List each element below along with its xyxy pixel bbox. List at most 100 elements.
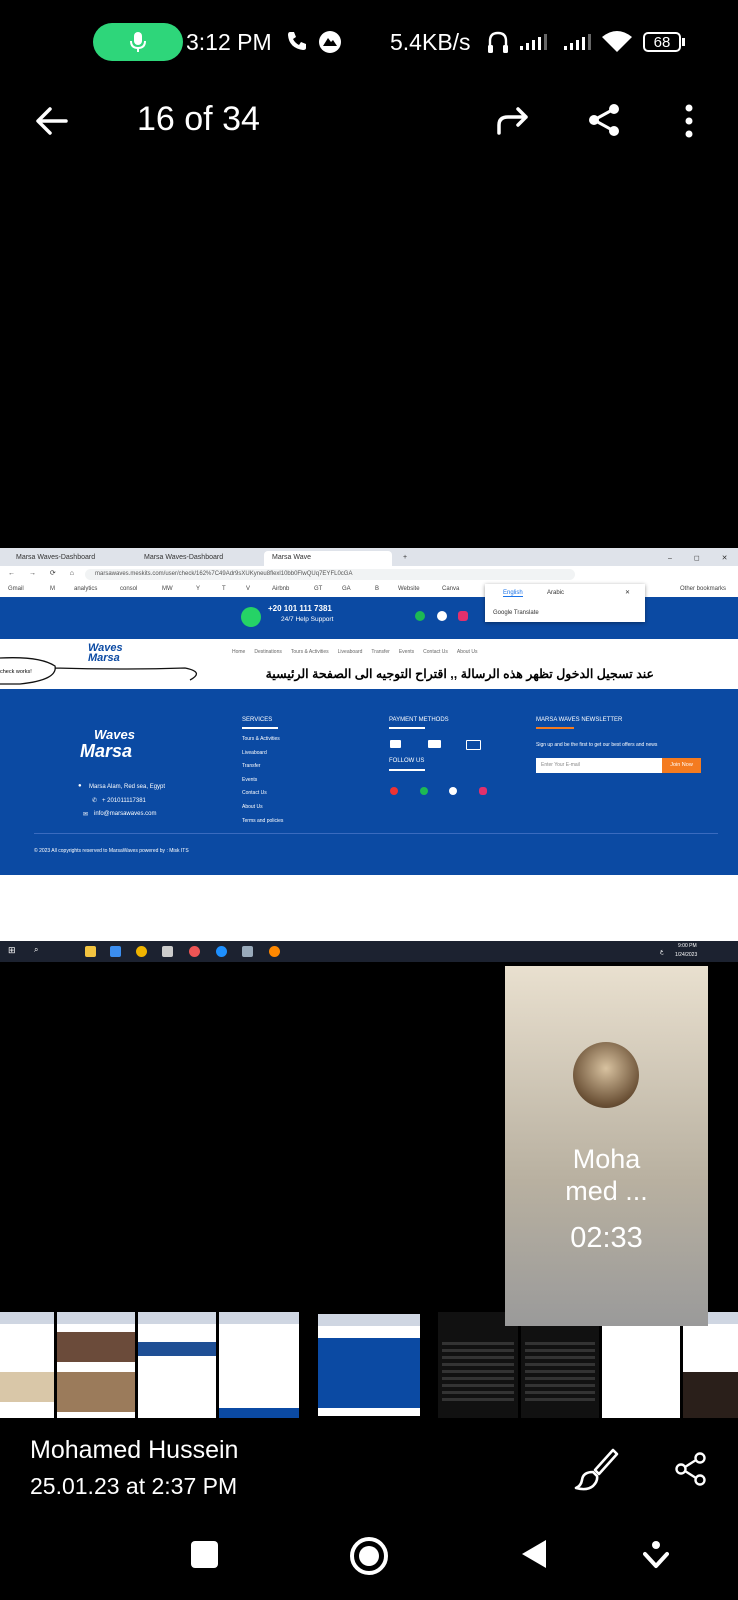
footer-phone: + 201011117381 — [102, 798, 146, 804]
calculator-icon[interactable] — [242, 946, 253, 957]
services-list: Tours & Activities Liveaboard Transfer E… — [242, 733, 283, 828]
thumbnail[interactable] — [521, 1312, 599, 1418]
thumbnail[interactable] — [219, 1312, 299, 1418]
nav-tours[interactable]: Tours & Activities — [291, 649, 329, 655]
screenshot-image[interactable]: Marsa Waves-Dashboard Marsa Waves-Dashbo… — [0, 548, 738, 962]
join-now-button[interactable]: Join Now — [662, 758, 701, 773]
search-icon[interactable]: ⌕ — [34, 945, 38, 955]
nav-buttons-icon[interactable]: ← → ⟳ ⌂ — [8, 569, 80, 577]
store-icon[interactable] — [162, 946, 173, 957]
facebook-icon[interactable] — [437, 611, 447, 621]
bookmark[interactable]: T — [222, 586, 226, 592]
service-link[interactable]: Transfer — [242, 760, 283, 774]
bookmark[interactable]: Y — [196, 586, 200, 592]
browser-tab-active[interactable]: Marsa Wave — [264, 551, 392, 566]
thumbnail[interactable] — [0, 1312, 54, 1418]
whatsapp-icon[interactable] — [241, 607, 261, 627]
browser-tab[interactable]: Marsa Waves-Dashboard — [8, 551, 103, 566]
nav-home[interactable]: Home — [232, 649, 245, 655]
gesture-down-icon[interactable] — [643, 1540, 669, 1570]
youtube-icon[interactable] — [390, 787, 398, 795]
share-icon[interactable] — [585, 101, 623, 139]
chrome-active-icon[interactable] — [189, 946, 200, 957]
thumbnail[interactable] — [57, 1312, 135, 1418]
nav-liveaboard[interactable]: Liveaboard — [338, 649, 363, 655]
email-icon: ✉ — [83, 812, 89, 818]
bookmark[interactable]: Website — [398, 586, 420, 592]
file-explorer-icon[interactable] — [85, 946, 96, 957]
translate-arabic[interactable]: Arabic — [547, 590, 564, 596]
newsletter-email-input[interactable]: Enter Your E-mail — [536, 758, 662, 773]
spotify-icon[interactable] — [415, 611, 425, 621]
bookmark[interactable]: MW — [162, 586, 173, 592]
close-icon[interactable]: ✕ — [625, 589, 630, 596]
input-language[interactable]: ع — [660, 948, 664, 955]
window-controls[interactable]: – ◻ ✕ — [660, 551, 738, 566]
bookmark[interactable]: Canva — [442, 586, 459, 592]
recents-button[interactable] — [191, 1541, 218, 1568]
windows-start-icon[interactable]: ⊞ — [8, 945, 16, 956]
share-icon[interactable] — [674, 1452, 708, 1486]
site-navigation: Waves Marsa Home Destinations Tours & Ac… — [0, 639, 738, 689]
bookmark[interactable]: GT — [314, 586, 322, 592]
nav-about[interactable]: About Us — [457, 649, 478, 655]
spotify-icon[interactable] — [420, 787, 428, 795]
edge-icon[interactable] — [216, 946, 227, 957]
browser-tab[interactable]: Marsa Waves-Dashboard — [136, 551, 231, 566]
thumbnail-selected[interactable] — [316, 1312, 422, 1418]
phone-number: +20 101 111 7381 — [268, 604, 332, 613]
bookmark[interactable]: GA — [342, 586, 351, 592]
new-tab-icon[interactable]: + — [395, 551, 415, 566]
mail-icon[interactable] — [110, 946, 121, 957]
bookmark[interactable]: analytics — [74, 586, 97, 592]
service-link[interactable]: Contact Us — [242, 787, 283, 801]
floating-call-window[interactable]: Moha med ... 02:33 — [505, 966, 708, 1326]
service-link[interactable]: Events — [242, 774, 283, 788]
bookmark[interactable]: B — [375, 586, 379, 592]
url-field[interactable]: marsawaves.meskits.com/user/check/162%7C… — [85, 569, 575, 580]
instagram-icon[interactable] — [479, 787, 487, 795]
bookmark[interactable]: M — [50, 586, 55, 592]
bookmark[interactable]: consol — [120, 586, 137, 592]
translate-english[interactable]: English — [503, 590, 523, 597]
nav-events[interactable]: Events — [399, 649, 414, 655]
nav-destinations[interactable]: Destinations — [254, 649, 282, 655]
back-arrow-icon[interactable] — [34, 103, 70, 139]
bookmark[interactable]: V — [246, 586, 250, 592]
bookmark[interactable]: Airbnb — [272, 586, 289, 592]
annotation-note: check works! — [0, 669, 32, 675]
service-link[interactable]: Tours & Activities — [242, 733, 283, 747]
more-options-icon[interactable] — [684, 104, 694, 138]
battery-level: 68 — [653, 33, 671, 51]
service-link[interactable]: Liveaboard — [242, 747, 283, 761]
chrome-icon[interactable] — [136, 946, 147, 957]
cash-icon — [390, 740, 401, 748]
nav-transfer[interactable]: Transfer — [371, 649, 389, 655]
nav-contact[interactable]: Contact Us — [423, 649, 448, 655]
headphones-icon — [488, 31, 508, 53]
service-link[interactable]: About Us — [242, 801, 283, 815]
battery-tip — [682, 38, 685, 46]
facebook-icon[interactable] — [449, 787, 457, 795]
instagram-icon[interactable] — [458, 611, 468, 621]
browser-tab-bar: Marsa Waves-Dashboard Marsa Waves-Dashbo… — [0, 548, 738, 566]
taskbar-date: 1/24/2023 — [675, 952, 698, 958]
payment-title: PAYMENT METHODS — [389, 717, 449, 723]
back-button-icon[interactable] — [520, 1538, 548, 1570]
bookmark[interactable]: Gmail — [8, 586, 24, 592]
bookmark[interactable]: Other bookmarks — [680, 586, 726, 592]
thumbnail[interactable] — [438, 1312, 518, 1418]
image-counter-title: 16 of 34 — [137, 100, 260, 138]
service-link[interactable]: Terms and policies — [242, 815, 283, 829]
copyright: © 2023 All copyrights reserved to MarsaW… — [34, 848, 189, 854]
thumbnail[interactable] — [683, 1312, 738, 1418]
app-icon[interactable] — [269, 946, 280, 957]
thumbnail[interactable] — [138, 1312, 216, 1418]
windows-taskbar: ⊞ ⌕ ع 9:00 PM 1/24/2023 — [0, 941, 738, 962]
microphone-in-use-indicator[interactable] — [93, 23, 183, 61]
home-button[interactable] — [350, 1537, 388, 1575]
forward-icon[interactable] — [494, 103, 532, 139]
edit-brush-icon[interactable] — [573, 1446, 619, 1492]
thumbnail[interactable] — [602, 1312, 680, 1418]
divider — [536, 727, 574, 729]
